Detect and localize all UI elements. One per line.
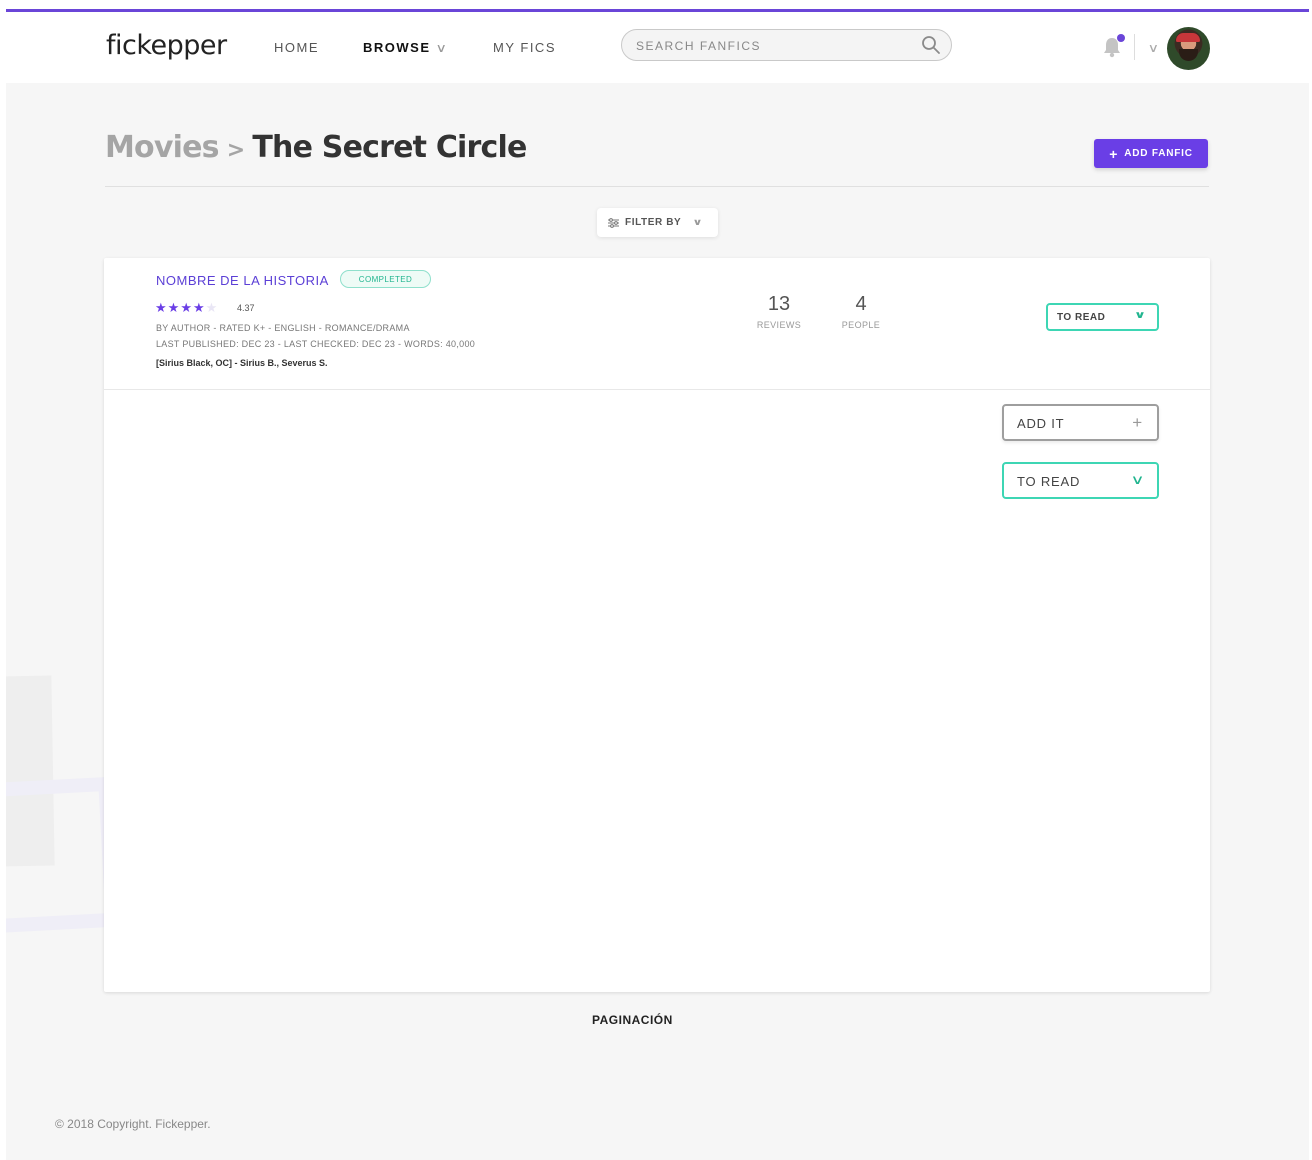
story-title[interactable]: NOMBRE DE LA HISTORIA	[156, 273, 329, 288]
star-icon: ★	[192, 300, 206, 315]
search-icon[interactable]	[921, 35, 941, 55]
reading-list-value: TO READ	[1057, 312, 1106, 323]
status-badge: COMPLETED	[340, 270, 431, 288]
reviews-label: REVIEWS	[756, 320, 802, 330]
to-read-label: TO READ	[1017, 474, 1081, 489]
breadcrumb-current: The Secret Circle	[252, 130, 527, 165]
star-icon: ★	[155, 300, 168, 315]
story-characters: [Sirius Black, OC] - Sirius B., Severus …	[156, 358, 328, 368]
footer-copyright: © 2018 Copyright. Fickepper.	[55, 1117, 211, 1131]
chevron-down-icon: ∨	[1134, 310, 1148, 321]
chevron-down-icon: ∨	[692, 217, 704, 227]
filter-label: FILTER BY	[625, 217, 682, 228]
search-input[interactable]: SEARCH FANFICS	[621, 29, 952, 61]
chevron-down-icon[interactable]: ∨	[1148, 41, 1159, 55]
nav-browse-label: BROWSE	[363, 40, 431, 55]
story-meta: BY AUTHOR - RATED K+ - ENGLISH - ROMANCE…	[156, 323, 410, 333]
top-strip	[6, 0, 1309, 9]
results-panel: NOMBRE DE LA HISTORIA COMPLETED ★★★★★ 4.…	[104, 258, 1210, 992]
page-title: Movies > The Secret Circle	[105, 130, 527, 165]
add-fanfic-label: ADD FANFIC	[1124, 148, 1193, 159]
add-it-button[interactable]: ADD IT +	[1002, 404, 1159, 441]
notification-dot	[1117, 34, 1125, 42]
nav-browse[interactable]: BROWSE ∨	[363, 40, 447, 55]
filter-dropdown[interactable]: FILTER BY ∨	[597, 208, 718, 237]
header-divider	[1134, 34, 1135, 60]
add-fanfic-button[interactable]: + ADD FANFIC	[1094, 139, 1208, 168]
nav-my-fics[interactable]: MY FICS	[493, 40, 556, 55]
avatar-beard	[1179, 49, 1198, 61]
reading-list-select[interactable]: TO READ ∨	[1046, 303, 1159, 331]
pagination[interactable]: PAGINACIÓN	[592, 1013, 673, 1027]
breadcrumb-category[interactable]: Movies	[105, 130, 220, 165]
star-icon: ★	[167, 300, 181, 315]
chevron-down-icon: ∨	[434, 41, 449, 55]
sliders-icon	[608, 218, 619, 228]
people-stat: 4 PEOPLE	[834, 293, 888, 330]
add-it-label: ADD IT	[1017, 416, 1065, 431]
star-icon: ★	[205, 300, 219, 315]
chevron-down-icon: ∨	[1130, 472, 1146, 487]
avatar[interactable]	[1167, 27, 1210, 70]
plus-icon: +	[1132, 413, 1143, 432]
card-divider	[104, 389, 1210, 390]
breadcrumb-separator: >	[226, 138, 245, 163]
people-count: 4	[855, 293, 867, 315]
avatar-cap	[1176, 33, 1200, 42]
search-placeholder: SEARCH FANFICS	[636, 39, 762, 53]
star-icon: ★	[180, 300, 193, 315]
breadcrumb: Movies > The Secret Circle	[105, 130, 527, 165]
reviews-stat: 13 REVIEWS	[752, 293, 806, 330]
logo[interactable]: fickepper	[106, 30, 227, 61]
plus-icon: +	[1109, 145, 1119, 162]
title-divider	[105, 186, 1209, 187]
page: fickepper HOME BROWSE ∨ MY FICS SEARCH FA…	[6, 0, 1309, 1160]
rating-value: 4.37	[237, 303, 255, 313]
star-rating: ★★★★★	[155, 300, 218, 316]
people-label: PEOPLE	[841, 320, 881, 330]
to-read-select[interactable]: TO READ ∨	[1002, 462, 1159, 499]
story-dates: LAST PUBLISHED: DEC 23 - LAST CHECKED: D…	[156, 339, 476, 349]
reviews-count: 13	[767, 293, 791, 315]
background-decoration	[6, 776, 120, 934]
nav-home[interactable]: HOME	[274, 40, 319, 55]
top-nav-bar: fickepper HOME BROWSE ∨ MY FICS SEARCH FA…	[6, 9, 1309, 83]
